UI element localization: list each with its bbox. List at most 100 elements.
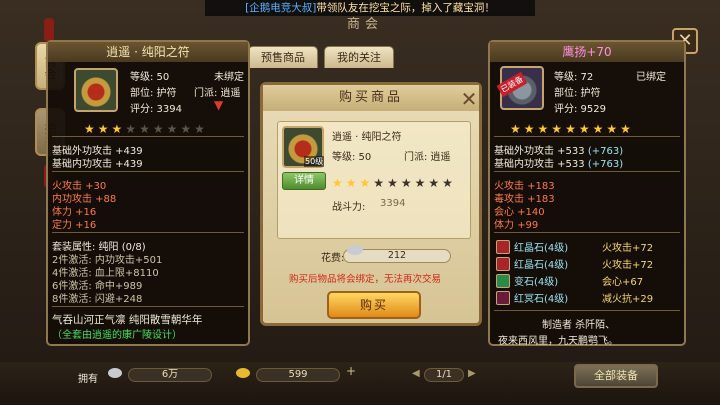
buy-button[interactable]: 购买	[327, 291, 421, 319]
right-score: 评分: 9529	[554, 104, 606, 115]
gem-level-text: (4级)	[544, 294, 569, 305]
right-level: 等级: 72	[554, 72, 594, 83]
star-icon: ★	[442, 176, 453, 190]
left-school: 门派: 逍遥	[194, 88, 241, 99]
star-icon: ★	[345, 176, 357, 190]
item-tooltip-left: 逍遥 · 纯阳之符 等级: 50 未绑定 部位: 护符 门派: 逍遥 评分: 3…	[46, 40, 250, 346]
banner-channel: [企鹅电竞大叔]	[245, 2, 317, 14]
dialog-star-rating: ★ ★ ★ ★ ★ ★ ★ ★ ★	[332, 172, 456, 191]
star-icon: ★	[523, 122, 535, 136]
star-icon: ★	[606, 122, 618, 136]
star-icon: ★	[400, 176, 412, 190]
right-attr-4: 体力 +99	[494, 220, 539, 231]
right-base-2-bonus: (+763)	[587, 159, 624, 170]
close-icon[interactable]: ✕	[459, 89, 479, 109]
star-icon: ★	[551, 122, 563, 136]
page-indicator: 1/1	[424, 368, 464, 382]
item-tooltip-right: 鹰扬+70 已装备 等级: 72 已绑定 部位: 护符 评分: 9529 ★ ★ ★…	[488, 40, 686, 347]
star-icon: ★	[194, 122, 205, 136]
gem-name-text: 变石	[514, 277, 534, 288]
divider	[52, 171, 244, 172]
right-maker: 制造者 杀阡陌、	[542, 320, 616, 331]
gem-name-text: 红晶石	[514, 260, 544, 271]
shop-title: 商会	[346, 17, 383, 32]
purchase-dialog: 购买商品 ✕ 50级 逍遥 · 纯阳之符 等级: 50 门派: 逍遥 详情 ★ ★…	[260, 82, 482, 326]
gem-level-text: (4级)	[534, 277, 559, 288]
left-part: 部位: 护符	[130, 88, 177, 99]
star-icon: ★	[180, 122, 192, 136]
star-icon: ★	[414, 176, 426, 190]
star-icon: ★	[152, 122, 164, 136]
dialog-title: 购买商品	[263, 85, 479, 111]
left-level: 等级: 50	[130, 72, 170, 83]
right-item-name: 鹰扬+70	[490, 42, 684, 62]
gem-name: 红晶石(4级)	[514, 239, 586, 254]
add-gold-icon[interactable]: +	[344, 364, 358, 378]
banner-message: 带领队友在挖宝之际，掉入了藏宝洞！	[316, 2, 495, 14]
gem-row: 红晶石(4级) 火攻击+72	[496, 238, 682, 255]
divider	[494, 232, 680, 233]
cost-value: 212	[387, 250, 407, 261]
right-base-2: 基础内功攻击 +533 (+763)	[494, 155, 623, 170]
dialog-level: 等级: 50	[332, 152, 372, 163]
dialog-item-box: 50级 逍遥 · 纯阳之符 等级: 50 门派: 逍遥 详情 ★ ★ ★ ★ ★ ★ ★ ★ ★…	[277, 121, 471, 239]
left-bind: 未绑定	[214, 72, 244, 83]
red-crystal-icon	[496, 239, 510, 254]
divider	[52, 306, 244, 307]
divider	[52, 232, 244, 233]
change-stone-icon	[496, 273, 510, 288]
right-part: 部位: 护符	[554, 88, 601, 99]
power-value: 3394	[380, 198, 406, 209]
tab-presale[interactable]: 预售商品	[248, 46, 318, 68]
gem-name: 红冥石(4级)	[514, 290, 586, 305]
red-crystal-icon	[496, 256, 510, 271]
gem-name-text: 红冥石	[514, 294, 544, 305]
star-icon: ★	[510, 122, 521, 136]
divider	[494, 171, 680, 172]
gem-list: 红晶石(4级) 火攻击+72 红晶石(4级) 火攻击+72 变石(4级) 会心+67 …	[496, 238, 682, 306]
gem-name: 红晶石(4级)	[514, 256, 586, 271]
star-icon: ★	[97, 122, 109, 136]
gem-stat: 减火抗+29	[602, 294, 654, 305]
power-label: 战斗力:	[332, 202, 366, 213]
icon-level-label: 50级	[304, 156, 325, 167]
right-bind: 已绑定	[636, 72, 666, 83]
star-icon: ★	[373, 176, 385, 190]
silver-icon	[347, 245, 363, 255]
next-page-icon[interactable]: ▶	[468, 368, 476, 379]
divider	[494, 136, 680, 137]
tab-my-watch[interactable]: 我的关注	[324, 46, 394, 68]
star-icon: ★	[592, 122, 604, 136]
left-set-row: 8件激活: 闪避+248	[52, 294, 143, 305]
star-icon: ★	[332, 176, 343, 190]
silver-amount: 6万	[128, 368, 212, 382]
star-icon: ★	[166, 122, 178, 136]
own-label: 拥有	[78, 374, 98, 385]
star-icon: ★	[428, 176, 440, 190]
right-star-rating: ★ ★ ★ ★ ★ ★ ★ ★ ★	[510, 118, 634, 137]
gem-name-text: 红晶石	[514, 243, 544, 254]
down-arrow-icon: ▼	[214, 98, 224, 112]
all-equipment-button[interactable]: 全部装备	[574, 364, 658, 388]
gem-stat: 火攻击+72	[602, 243, 654, 254]
lantern-decoration	[44, 18, 54, 42]
left-score: 评分: 3394	[130, 104, 182, 115]
left-item-name: 逍遥 · 纯阳之符	[48, 42, 248, 62]
gem-row: 红晶石(4级) 火攻击+72	[496, 255, 682, 272]
divider	[52, 136, 244, 137]
left-base-2: 基础内功攻击 +439	[52, 159, 143, 170]
star-icon: ★	[111, 122, 123, 136]
gem-row: 红冥石(4级) 减火抗+29	[496, 289, 682, 306]
gold-icon	[236, 368, 250, 378]
star-icon: ★	[565, 122, 576, 136]
prev-page-icon[interactable]: ◀	[412, 368, 420, 379]
star-icon: ★	[139, 122, 150, 136]
cost-label: 花费:	[321, 253, 345, 264]
star-icon: ★	[620, 122, 631, 136]
amulet-icon	[74, 68, 118, 112]
star-icon: ★	[578, 122, 590, 136]
star-icon: ★	[359, 176, 371, 190]
detail-button[interactable]: 详情	[282, 172, 326, 190]
gem-level-text: (4级)	[544, 243, 569, 254]
left-flavor: 气吞山河正气凛 纯阳散雪朝华年	[52, 314, 203, 326]
